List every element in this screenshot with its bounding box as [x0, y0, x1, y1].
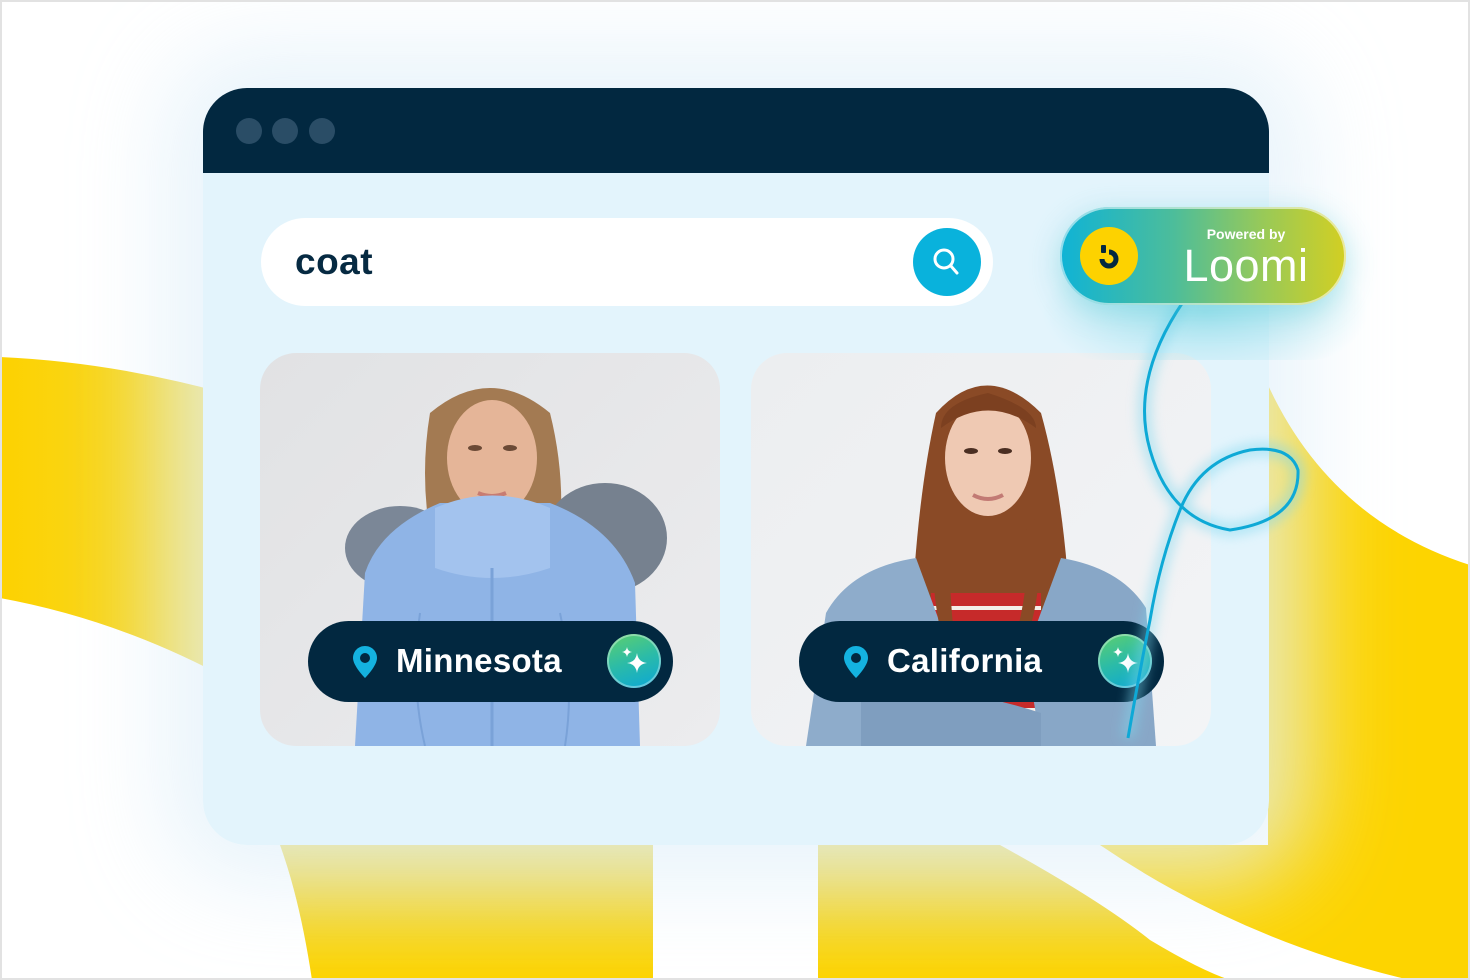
- location-label: Minnesota: [396, 642, 562, 679]
- map-pin-icon: [844, 646, 868, 678]
- map-pin-icon: [353, 646, 377, 678]
- sparkles-icon: [1113, 647, 1138, 673]
- browser-window: coat: [203, 88, 1269, 845]
- search-input[interactable]: coat: [295, 238, 373, 286]
- search-bar[interactable]: coat: [261, 218, 993, 306]
- search-icon: [933, 248, 959, 275]
- bloomreach-b-icon: [1080, 227, 1138, 285]
- yellow-ribbon-bottom-left: [280, 845, 653, 980]
- window-dot-icon[interactable]: [309, 118, 335, 144]
- window-dot-icon[interactable]: [236, 118, 262, 144]
- location-tag[interactable]: Minnesota: [308, 621, 673, 702]
- ai-sparkle-button[interactable]: [607, 634, 661, 688]
- window-dot-icon[interactable]: [272, 118, 298, 144]
- browser-titlebar: [203, 88, 1269, 173]
- location-label: California: [887, 642, 1043, 679]
- location-tag[interactable]: California: [799, 621, 1164, 702]
- yellow-ribbon-left: [0, 357, 230, 680]
- loomi-brand-name: Loomi: [1183, 240, 1309, 291]
- ai-sparkle-button[interactable]: [1098, 634, 1152, 688]
- search-button[interactable]: [913, 228, 981, 296]
- sparkles-icon: [622, 647, 647, 673]
- powered-by-loomi-badge[interactable]: Powered by Loomi: [1060, 207, 1346, 305]
